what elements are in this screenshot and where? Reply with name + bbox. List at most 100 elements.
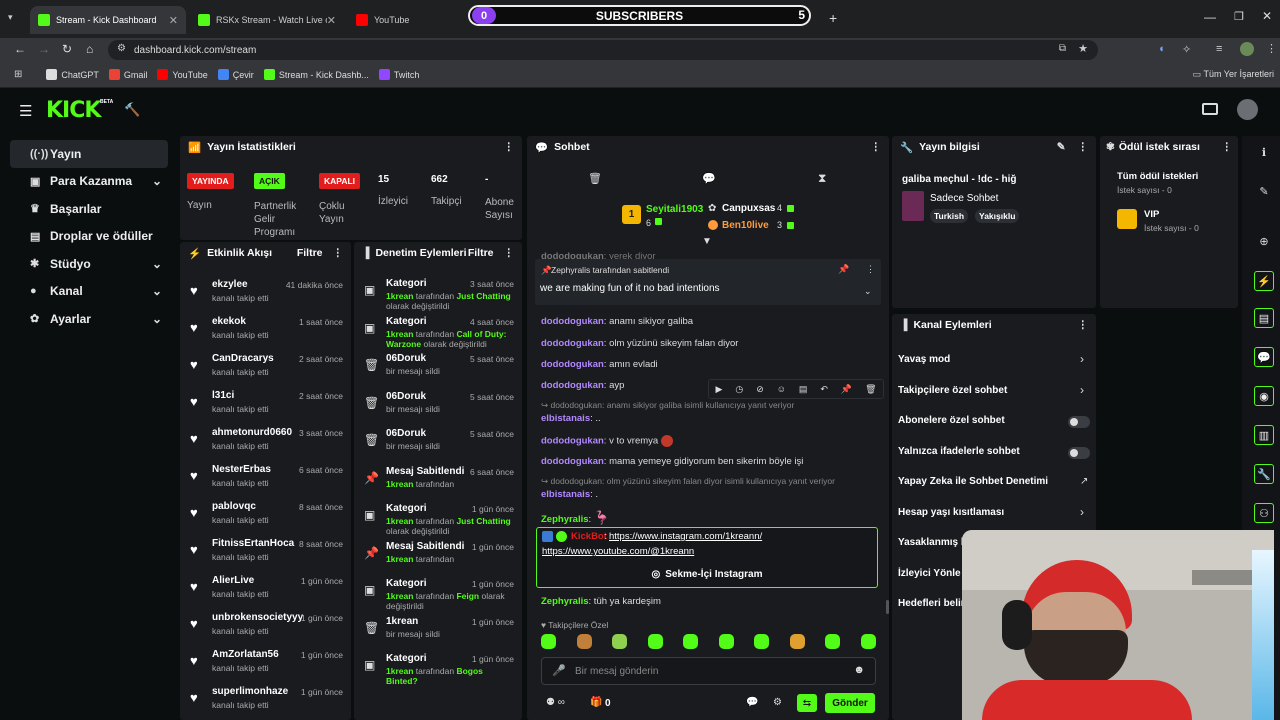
site-info-icon[interactable]: ⚙ (117, 43, 126, 54)
leader-1-name[interactable]: Seyitali1903 (646, 204, 703, 215)
studio-icon[interactable] (1202, 103, 1218, 115)
bookmark-star-icon[interactable]: ★ (1078, 42, 1088, 55)
wrench-icon[interactable]: 🔧 (1254, 464, 1274, 484)
chat-delete-icon[interactable]: 🗑 (588, 172, 602, 185)
unpin-icon[interactable]: 📌 (838, 264, 849, 275)
moderation-menu-icon[interactable]: ⋮ (504, 247, 515, 259)
chat-message[interactable]: dododogukan: ayp (541, 380, 624, 391)
channel-action-item[interactable]: Yasaklanmış k (898, 537, 966, 548)
channel-action-item[interactable]: Abonelere özel sohbet (898, 415, 1005, 426)
chat-message[interactable]: dododogukan: mama yemeye gidiyorum ben s… (541, 456, 803, 467)
reload-icon[interactable]: ↻ (62, 42, 72, 56)
all-bookmarks[interactable]: ▭ Tüm Yer İşaretleri (1193, 69, 1274, 80)
translate-icon[interactable]: ⧉ (1059, 43, 1066, 54)
copy-icon[interactable]: ▤ (799, 384, 808, 395)
extension-icon[interactable]: ◖ (1158, 43, 1165, 55)
edit-icon[interactable]: ✎ (1254, 181, 1274, 201)
target-icon[interactable]: ⊕ (1254, 231, 1274, 251)
gift-icon[interactable]: 🎁 (590, 697, 602, 708)
info-icon[interactable]: ℹ (1254, 142, 1274, 162)
category-name[interactable]: Sadece Sohbet (930, 193, 998, 204)
moderation-item[interactable]: 📌 Mesaj Sabitlendi 1krean tarafından 1 gün … (354, 538, 522, 575)
channel-action-item[interactable]: Yavaş mod (898, 354, 950, 365)
moderation-item[interactable]: 🗑 06Doruk bir mesajı sildi 5 saat önce (354, 350, 522, 387)
chat-message[interactable]: Zephyralis: 🦩 (541, 510, 610, 526)
tab-search-icon[interactable]: ▾ (8, 12, 13, 23)
chat-message[interactable]: dododogukan: anamı sikiyor galiba (541, 316, 693, 327)
media-icon[interactable]: ≡ (1216, 43, 1222, 55)
chat-username[interactable]: dododogukan (541, 338, 604, 349)
chat-message[interactable]: elbistanais: . (541, 489, 598, 500)
hourglass-icon[interactable]: ⧗ (818, 171, 826, 186)
home-icon[interactable]: ⌂ (86, 42, 93, 56)
instagram-link[interactable]: https://www.instagram.com/1kreann/ (609, 531, 762, 542)
chat-scrollbar[interactable] (886, 600, 889, 614)
browser-tab[interactable]: Stream - Kick Dashboard ✕ (30, 6, 186, 34)
external-link-icon[interactable]: ↗ (1080, 476, 1088, 487)
forward-icon[interactable]: → (38, 42, 50, 56)
moderation-item[interactable]: ▣ Kategori 1krean tarafından Just Chatting… (354, 275, 522, 312)
chat-message[interactable]: Zephyralis: tüh ya kardeşim (541, 596, 661, 607)
toggle-switch[interactable] (1068, 416, 1090, 428)
channel-actions-menu-icon[interactable]: ⋮ (1078, 319, 1089, 331)
leader-2-name[interactable]: Canpuxsas (722, 203, 775, 214)
channel-action-item[interactable]: İzleyici Yönle (898, 568, 961, 579)
chat-message[interactable]: elbistanais: .. (541, 413, 601, 424)
moderation-item[interactable]: 📌 Mesaj Sabitlendi 1krean tarafından 6 saat… (354, 463, 522, 500)
activity-item[interactable]: ♥ l31ci kanalı takip etti 2 saat önce (180, 386, 351, 423)
activity-filter-button[interactable]: Filtre (297, 247, 323, 259)
edit-icon[interactable]: ✎ (1057, 141, 1066, 153)
reward-menu-icon[interactable]: ⋮ (1222, 141, 1233, 153)
moderation-item[interactable]: 🗑 06Doruk bir mesajı sildi 5 saat önce (354, 388, 522, 425)
moderation-item[interactable]: 🗑 06Doruk bir mesajı sildi 5 saat önce (354, 425, 522, 462)
channel-action-item[interactable]: Yapay Zeka ile Sohbet Denetimi (898, 476, 1048, 487)
clock-icon[interactable]: ◷ (735, 384, 743, 395)
channel-action-item[interactable]: Hesap yaşı kısıtlaması (898, 507, 1004, 518)
activity-item[interactable]: ♥ CanDracarys kanalı takip etti 2 saat önce (180, 349, 351, 386)
back-icon[interactable]: ← (14, 42, 26, 56)
bookmark-item[interactable]: YouTube (157, 69, 208, 80)
chat-settings-icon[interactable]: ⚙ (773, 697, 782, 708)
info-menu-icon[interactable]: ⋮ (1078, 141, 1089, 153)
chat-icon[interactable]: 💬 (1254, 347, 1274, 367)
chat-message[interactable]: dododogukan: olm yüzünü sikeyim falan di… (541, 338, 738, 349)
chat-options-icon[interactable]: 💬 (746, 697, 758, 708)
chevron-right-icon[interactable]: › (1080, 383, 1084, 397)
broadcast-icon[interactable]: ◉ (1254, 386, 1274, 406)
emote-icon[interactable] (718, 634, 734, 649)
kick-logo[interactable]: KICK (46, 98, 101, 123)
share-icon[interactable]: ⚇ (1254, 503, 1274, 523)
bookmark-item[interactable]: Stream - Kick Dashb... (263, 69, 369, 80)
restore-icon[interactable]: ❐ (1234, 10, 1244, 23)
toggle-switch[interactable] (1068, 446, 1090, 459)
close-window-icon[interactable]: ✕ (1262, 9, 1272, 23)
bot-name[interactable]: KickBot (571, 531, 607, 542)
instagram-tab-button[interactable]: ◎ Sekme-İçi Instagram (541, 565, 873, 584)
sidebar-item-başarılar[interactable]: ♛ Başarılar (10, 195, 168, 223)
activity-item[interactable]: ♥ ekekok kanalı takip etti 1 saat önce (180, 312, 351, 349)
hamburger-menu-icon[interactable]: ☰ (19, 102, 32, 120)
sidebar-item-droplar-ve-ödüller[interactable]: ▤ Droplar ve ödüller (10, 223, 168, 251)
url-field[interactable]: ⚙ dashboard.kick.com/stream ⧉ ★ (108, 40, 1098, 60)
apps-icon[interactable]: ⊞ (14, 69, 22, 80)
activity-menu-icon[interactable]: ⋮ (333, 247, 344, 259)
mic-icon[interactable]: 🎤 (552, 664, 566, 677)
emote-icon[interactable] (860, 634, 876, 649)
reply-icon[interactable]: ↶ (820, 384, 828, 395)
leader-3-name[interactable]: Ben10live (722, 220, 769, 231)
tools-icon[interactable]: 🔨 (124, 102, 140, 118)
activity-item[interactable]: ♥ AmZorlatan56 kanalı takip etti 1 gün önce (180, 645, 351, 682)
chat-menu-icon[interactable]: ⋮ (871, 141, 882, 153)
points-icon[interactable]: ⚉ ∞ (546, 697, 565, 708)
bookmark-item[interactable]: Twitch (378, 69, 419, 80)
emote-icon[interactable] (683, 634, 699, 649)
channel-action-item[interactable]: Yalnızca ifadelerle sohbet (898, 446, 1020, 457)
activity-item[interactable]: ♥ AlierLive kanalı takip etti 1 gün önce (180, 571, 351, 608)
tab-close-icon[interactable]: ✕ (169, 14, 178, 27)
moderation-item[interactable]: ▣ Kategori 1krean tarafından Feign olarak … (354, 575, 522, 612)
new-tab-button[interactable]: + (829, 10, 837, 26)
chat-message[interactable]: dododogukan: amın evladi (541, 359, 658, 370)
youtube-link[interactable]: https://www.youtube.com/@1kreann (542, 546, 694, 557)
activity-item[interactable]: ♥ unbrokensocietyyy kanalı takip etti 1 gün… (180, 608, 351, 645)
bookmark-item[interactable]: ChatGPT (46, 69, 99, 80)
